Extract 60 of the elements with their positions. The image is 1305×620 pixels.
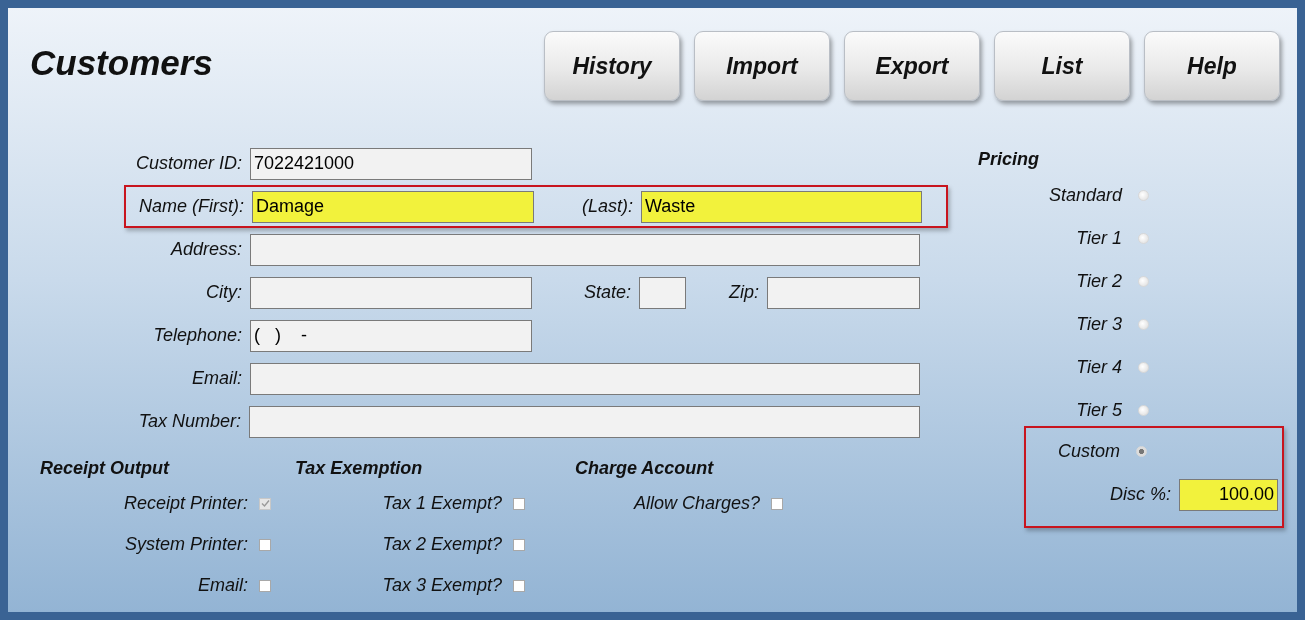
field-label: Email: (191, 368, 243, 389)
text-field[interactable] (639, 276, 686, 309)
toolbar-button[interactable]: Export (844, 31, 980, 101)
field-label: City: (205, 282, 243, 303)
field-label: Name (First): (138, 196, 245, 217)
radio-label: Custom (1057, 441, 1120, 462)
radio-label: Tier 2 (1075, 271, 1122, 292)
text-field[interactable]: 7022421000 (250, 147, 532, 180)
section-heading: Pricing (978, 148, 1039, 171)
toolbar-button[interactable]: History (544, 31, 680, 101)
text-field[interactable] (250, 276, 532, 309)
text-field[interactable] (767, 276, 920, 309)
text-field[interactable]: Damage (252, 190, 534, 223)
discount-field[interactable]: 100.00 (1179, 478, 1278, 511)
checkbox-label: Receipt Printer: (122, 493, 248, 514)
checkbox[interactable] (259, 538, 271, 551)
radio-label: Tier 3 (1075, 314, 1122, 335)
checkbox-label: System Printer: (123, 534, 248, 555)
radio-button[interactable] (1138, 190, 1149, 201)
field-label: Address: (169, 239, 243, 260)
radio-button[interactable] (1138, 233, 1149, 244)
radio-button[interactable] (1138, 319, 1149, 330)
text-field[interactable] (250, 362, 920, 395)
checkbox-label: Tax 3 Exempt? (381, 575, 502, 596)
radio-label: Tier 1 (1075, 228, 1122, 249)
checkbox-label: Tax 1 Exempt? (381, 493, 502, 514)
radio-label: Tier 5 (1075, 400, 1122, 421)
field-label: Customer ID: (134, 153, 243, 174)
section-heading: Receipt Output (40, 457, 169, 480)
checkbox[interactable] (259, 579, 271, 592)
field-label: State: (582, 282, 632, 303)
toolbar-button[interactable]: Help (1144, 31, 1280, 101)
text-field[interactable] (250, 233, 920, 266)
field-label: (Last): (581, 196, 634, 217)
text-field[interactable]: ( ) - (250, 319, 532, 352)
toolbar-button[interactable]: List (994, 31, 1130, 101)
checkbox[interactable] (513, 538, 525, 551)
field-label: Zip: (727, 282, 760, 303)
field-label: Telephone: (152, 325, 243, 346)
checkbox[interactable] (771, 497, 783, 510)
radio-label: Tier 4 (1075, 357, 1122, 378)
radio-button[interactable] (1138, 362, 1149, 373)
field-label: Tax Number: (137, 411, 242, 432)
radio-button[interactable] (1138, 276, 1149, 287)
section-heading: Charge Account (575, 457, 714, 480)
check-mark-icon (260, 499, 270, 508)
page-title: Customers (30, 43, 214, 83)
section-heading: Tax Exemption (295, 457, 423, 480)
text-field[interactable] (249, 405, 920, 438)
checkbox[interactable] (513, 579, 525, 592)
checkbox[interactable] (513, 497, 525, 510)
toolbar-button[interactable]: Import (694, 31, 830, 101)
checkbox-label: Tax 2 Exempt? (381, 534, 502, 555)
radio-button[interactable] (1136, 446, 1147, 457)
text-field[interactable]: Waste (641, 190, 922, 223)
radio-button[interactable] (1138, 405, 1149, 416)
radio-label: Standard (1047, 185, 1122, 206)
checkbox-label: Allow Charges? (632, 493, 760, 514)
field-label: Disc %: (1109, 484, 1172, 505)
checkbox-label: Email: (197, 575, 248, 596)
